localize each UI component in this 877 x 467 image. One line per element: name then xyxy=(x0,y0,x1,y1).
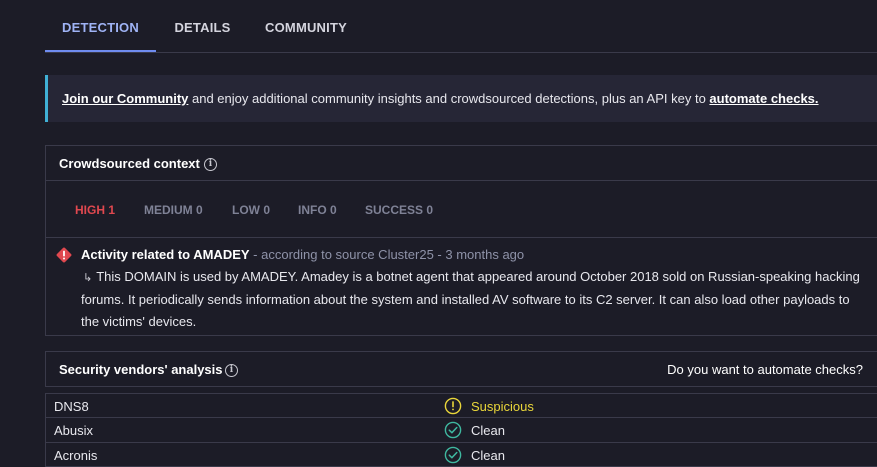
info-icon[interactable]: i xyxy=(204,158,217,171)
vendor-row: Acronis Clean xyxy=(45,443,877,467)
vendor-row: DNS8 Suspicious xyxy=(45,393,877,418)
alert-description-text: This DOMAIN is used by AMADEY. Amadey is… xyxy=(81,269,860,329)
banner-text: and enjoy additional community insights … xyxy=(188,91,710,106)
alert-title: Activity related to AMADEY - according t… xyxy=(81,247,524,262)
severity-high[interactable]: HIGH 1 xyxy=(75,203,115,217)
alert-diamond-icon xyxy=(56,247,72,263)
crowdsourced-context-body: HIGH 1 MEDIUM 0 LOW 0 INFO 0 SUCCESS 0 A… xyxy=(45,181,877,336)
crowdsourced-context-header: Crowdsourced context i xyxy=(45,145,877,181)
crowdsourced-context-title: Crowdsourced context xyxy=(59,156,200,171)
check-circle-icon xyxy=(444,421,462,439)
vendor-result: Suspicious xyxy=(471,399,534,414)
warning-circle-icon xyxy=(444,397,462,415)
join-community-link[interactable]: Join our Community xyxy=(62,91,188,106)
alert-description: ↳ This DOMAIN is used by AMADEY. Amadey i… xyxy=(81,266,871,333)
info-icon[interactable]: i xyxy=(225,364,238,377)
vendor-result: Clean xyxy=(471,423,505,438)
vendor-row: Abusix Clean xyxy=(45,418,877,443)
severity-low[interactable]: LOW 0 xyxy=(232,203,270,217)
severity-filter-bar: HIGH 1 MEDIUM 0 LOW 0 INFO 0 SUCCESS 0 xyxy=(46,181,877,238)
tab-community[interactable]: COMMUNITY xyxy=(260,0,352,52)
severity-info[interactable]: INFO 0 xyxy=(298,203,337,217)
security-vendors-header: Security vendors' analysis i Do you want… xyxy=(45,351,877,387)
check-circle-icon xyxy=(444,446,462,464)
automate-checks-prompt[interactable]: Do you want to automate checks? xyxy=(667,362,863,377)
vendor-name: Acronis xyxy=(54,448,98,463)
tab-details[interactable]: DETAILS xyxy=(165,0,240,52)
community-banner: Join our Community and enjoy additional … xyxy=(45,75,877,122)
vendor-name: Abusix xyxy=(54,423,94,438)
security-vendors-title: Security vendors' analysis xyxy=(59,362,223,377)
alert-source: - according to source Cluster25 - 3 mont… xyxy=(249,247,525,262)
reply-arrow-icon: ↳ xyxy=(83,272,93,284)
severity-medium[interactable]: MEDIUM 0 xyxy=(144,203,203,217)
vendor-name: DNS8 xyxy=(54,399,89,414)
alert-title-text: Activity related to AMADEY xyxy=(81,247,250,262)
vendor-result: Clean xyxy=(471,448,505,463)
severity-success[interactable]: SUCCESS 0 xyxy=(365,203,433,217)
tab-detection[interactable]: DETECTION xyxy=(45,0,156,52)
automate-checks-link[interactable]: automate checks. xyxy=(709,91,818,106)
tab-bar: DETECTION DETAILS COMMUNITY xyxy=(45,0,877,53)
